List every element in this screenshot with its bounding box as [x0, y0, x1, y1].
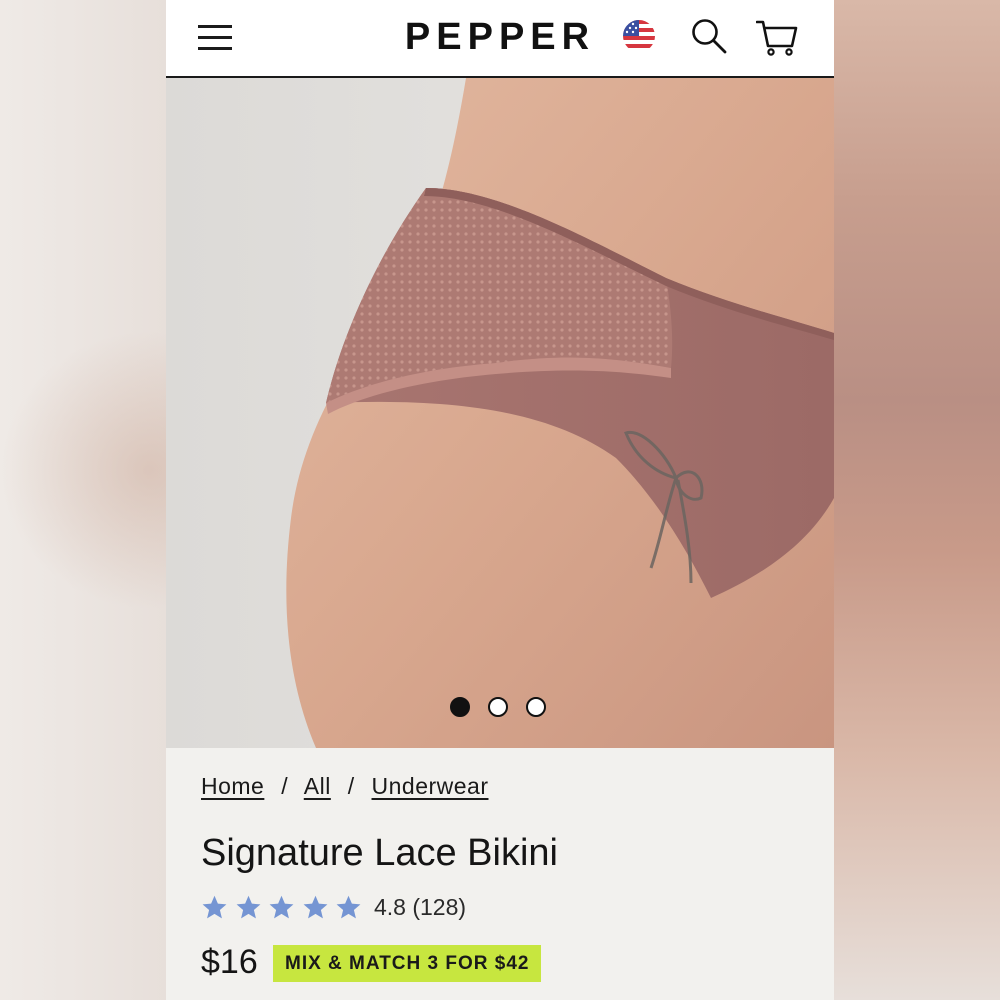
- product-image-gallery[interactable]: [166, 78, 834, 748]
- breadcrumb: Home / All / Underwear: [201, 773, 489, 800]
- brand-logo[interactable]: PEPPER: [166, 16, 834, 59]
- us-flag-icon[interactable]: [622, 19, 656, 53]
- backdrop-left: [0, 0, 166, 1000]
- carousel-dot-1[interactable]: [450, 697, 470, 717]
- search-icon[interactable]: [691, 18, 727, 54]
- breadcrumb-all[interactable]: All: [304, 773, 331, 799]
- header: PEPPER: [166, 0, 834, 78]
- breadcrumb-separator: /: [281, 773, 289, 799]
- star-icon: [303, 895, 327, 919]
- cart-icon[interactable]: [756, 18, 798, 56]
- mobile-page: PEPPER Home / All / Underwear Signature …: [166, 0, 834, 1000]
- rating-value: 4.8: [373, 894, 406, 920]
- product-price: $16: [201, 943, 258, 981]
- carousel-dot-2[interactable]: [488, 697, 508, 717]
- star-icon: [269, 895, 294, 919]
- product-photo: [166, 78, 834, 748]
- star-icon: [336, 895, 361, 919]
- star-icon: [236, 895, 260, 919]
- star-rating: [201, 895, 369, 919]
- product-rating[interactable]: 4.8 (128): [201, 894, 466, 924]
- breadcrumb-underwear[interactable]: Underwear: [372, 773, 489, 799]
- product-title: Signature Lace Bikini: [201, 832, 558, 874]
- review-count: (128): [412, 894, 467, 920]
- rating-summary: 4.8 (128): [374, 894, 466, 921]
- star-icon: [202, 895, 227, 919]
- breadcrumb-separator: /: [347, 773, 355, 799]
- breadcrumb-home[interactable]: Home: [201, 773, 264, 799]
- backdrop-right: [834, 0, 1000, 1000]
- promo-badge: MIX & MATCH 3 FOR $42: [273, 945, 542, 982]
- carousel-dot-3[interactable]: [526, 697, 546, 717]
- product-details: Home / All / Underwear Signature Lace Bi…: [166, 748, 834, 1000]
